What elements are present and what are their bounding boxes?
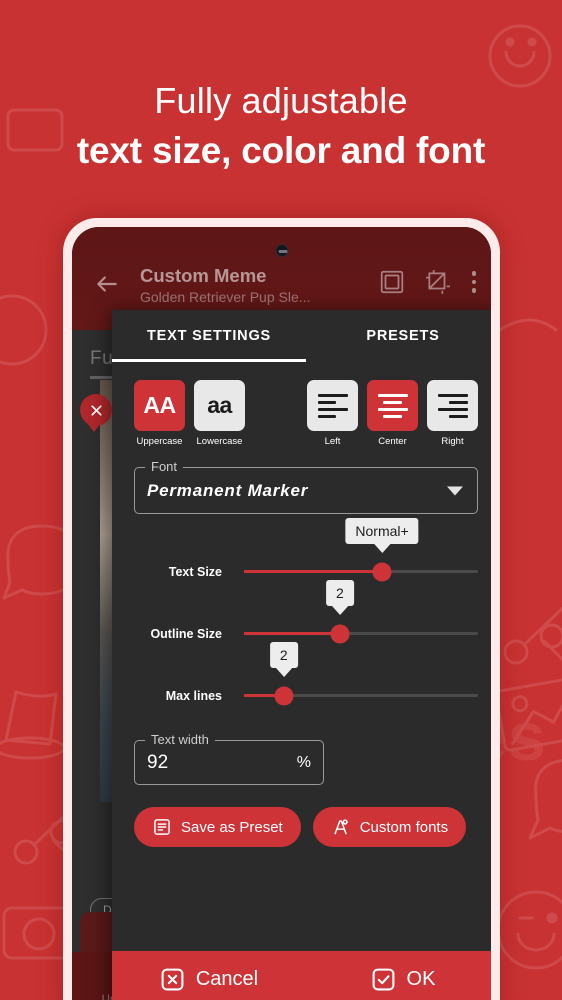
align-center-label: Center (378, 436, 407, 447)
crop-icon[interactable] (425, 269, 451, 295)
custom-fonts-button[interactable]: Custom fonts (312, 807, 467, 847)
slider-text-size-track[interactable]: Normal+ (244, 518, 478, 581)
slider-text-size-fill (244, 570, 383, 573)
uppercase-icon: AA (134, 380, 185, 431)
back-button[interactable] (94, 271, 120, 297)
align-center-icon (367, 380, 418, 431)
phone-mockup: Custom Meme Golden Retriever Pup Sle... (63, 218, 500, 1000)
frame-icon[interactable] (379, 269, 405, 295)
more-vertical-icon[interactable] (471, 269, 477, 295)
sliders-group: Text Size Normal+ Outline Size 2 Max lin… (134, 518, 478, 714)
dialog-footer: Cancel OK (112, 951, 491, 1000)
uppercase-label: Uppercase (136, 436, 183, 447)
custom-fonts-label: Custom fonts (359, 818, 449, 836)
slider-outline-size-thumb[interactable] (330, 624, 350, 643)
align-left-icon (307, 380, 358, 431)
align-left-button[interactable]: Left (307, 380, 358, 447)
ok-button[interactable]: OK (306, 967, 491, 992)
uppercase-glyph: AA (143, 392, 176, 418)
slider-outline-size-value: 2 (326, 580, 354, 606)
slider-max-lines-track[interactable]: 2 (244, 642, 478, 705)
slider-text-size: Text Size Normal+ (134, 518, 478, 590)
font-select-legend: Font (145, 459, 184, 475)
slider-outline-size-fill (244, 632, 340, 635)
align-right-icon (427, 380, 478, 431)
front-camera-dot (275, 244, 288, 257)
font-tag-icon (334, 819, 348, 835)
cancel-label: Cancel (195, 967, 259, 990)
slider-text-size-thumb[interactable] (372, 562, 392, 581)
save-as-preset-label: Save as Preset (181, 818, 283, 836)
font-select-value: Permanent Marker (147, 480, 309, 500)
preset-list-icon (154, 819, 170, 835)
align-right-label: Right (441, 436, 464, 447)
check-box-icon (372, 968, 394, 990)
headline-line-2: text size, color and font (76, 130, 486, 171)
slider-max-lines-value: 2 (269, 642, 298, 668)
align-center-button[interactable]: Center (367, 380, 418, 447)
ok-label: OK (406, 967, 436, 990)
lowercase-glyph: aa (207, 392, 232, 418)
tab-presets[interactable]: PRESETS (306, 310, 491, 362)
slider-text-size-label: Text Size (168, 565, 222, 579)
app-bar-actions (379, 269, 477, 295)
dialog-action-buttons: Save as Preset Custom fonts (134, 807, 478, 847)
text-width-unit: % (296, 753, 311, 771)
headline-line-1: Fully adjustable (154, 80, 408, 121)
slider-outline-size-track[interactable]: 2 (244, 580, 478, 643)
tab-text-settings[interactable]: TEXT SETTINGS (112, 310, 306, 362)
dialog-body: AA Uppercase aa Lowercase Left Center Ri… (112, 362, 491, 951)
app-title: Custom Meme (140, 265, 267, 286)
lowercase-label: Lowercase (196, 436, 243, 447)
dialog-tabs: TEXT SETTINGS PRESETS (112, 310, 491, 362)
slider-max-lines-label: Max lines (165, 689, 222, 703)
cancel-button[interactable]: Cancel (112, 967, 306, 992)
alignment-button-group: Left Center Right (307, 380, 478, 447)
font-select[interactable]: Font Permanent Marker (134, 459, 478, 514)
app-title-block: Custom Meme Golden Retriever Pup Sle... (140, 264, 361, 307)
text-width-input[interactable]: Text width 92 % (134, 732, 324, 785)
lowercase-button[interactable]: aa Lowercase (194, 380, 245, 447)
close-box-icon (161, 968, 184, 990)
case-button-group: AA Uppercase aa Lowercase (134, 380, 245, 447)
promo-headline: Fully adjustable text size, color and fo… (0, 78, 562, 175)
phone-screen: Custom Meme Golden Retriever Pup Sle... (72, 227, 491, 1000)
text-settings-dialog: TEXT SETTINGS PRESETS AA Uppercase aa Lo… (112, 310, 491, 1000)
app-subtitle: Golden Retriever Pup Sle... (140, 289, 311, 305)
chevron-down-icon (447, 486, 463, 495)
save-as-preset-button[interactable]: Save as Preset (134, 807, 301, 847)
slider-outline-size-label: Outline Size (150, 627, 222, 641)
slider-text-size-value: Normal+ (345, 518, 419, 544)
align-right-button[interactable]: Right (427, 380, 478, 447)
lowercase-icon: aa (194, 380, 245, 431)
text-width-legend: Text width (145, 732, 215, 748)
slider-outline-size: Outline Size 2 (134, 580, 478, 652)
slider-max-lines: Max lines 2 (134, 642, 478, 714)
align-left-label: Left (324, 436, 341, 447)
text-width-value: 92 (147, 751, 169, 773)
uppercase-button[interactable]: AA Uppercase (134, 380, 185, 447)
delete-handle-icon[interactable] (80, 394, 112, 432)
slider-max-lines-thumb[interactable] (274, 686, 294, 705)
style-buttons-row: AA Uppercase aa Lowercase Left Center Ri… (134, 380, 478, 447)
